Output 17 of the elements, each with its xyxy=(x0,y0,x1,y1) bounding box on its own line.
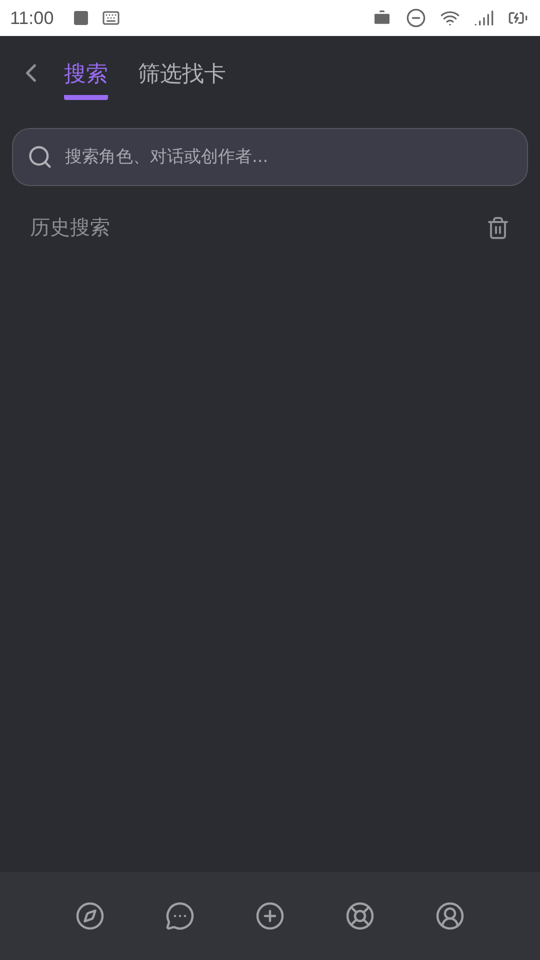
search-field[interactable]: 搜索角色、对话或创作者... xyxy=(63,146,513,168)
do-not-disturb-icon xyxy=(406,8,426,28)
compass-icon[interactable] xyxy=(75,901,105,931)
briefcase-icon xyxy=(372,8,392,28)
signal-icon xyxy=(474,8,494,28)
search-icon xyxy=(27,144,53,170)
trash-icon[interactable] xyxy=(486,216,510,240)
chat-icon[interactable] xyxy=(165,901,195,931)
keyboard-icon xyxy=(102,9,120,27)
plus-icon[interactable] xyxy=(255,901,285,931)
tab[interactable]: 搜索 xyxy=(64,52,108,100)
profile-icon[interactable] xyxy=(435,901,465,931)
tab[interactable]: 筛选找卡 xyxy=(138,52,226,100)
lifebuoy-icon[interactable] xyxy=(345,901,375,931)
status-time: 11:00 xyxy=(10,8,54,28)
history-title: 历史搜索 xyxy=(30,214,110,241)
search-bar[interactable]: 搜索角色、对话或创作者... xyxy=(12,128,528,186)
